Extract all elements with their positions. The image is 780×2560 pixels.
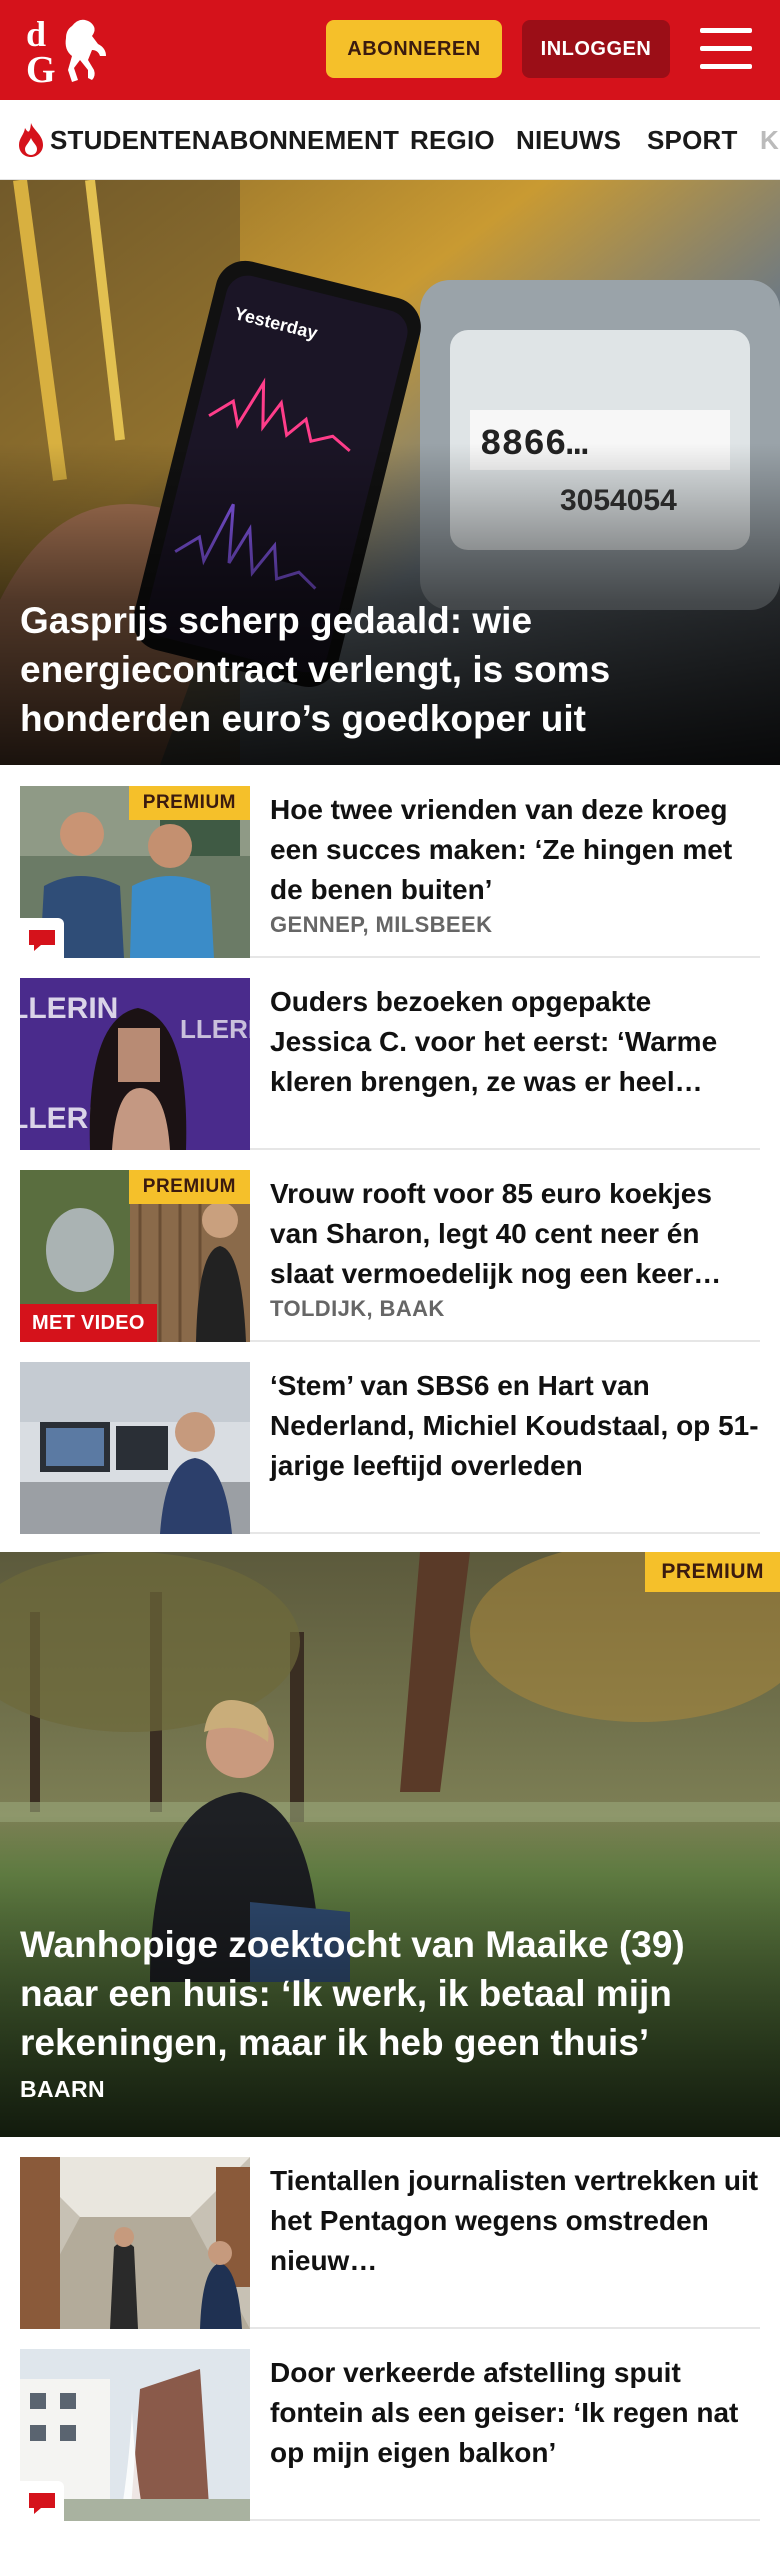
nav-item-nieuws[interactable]: NIEUWS: [516, 100, 621, 179]
menu-icon[interactable]: [700, 26, 752, 72]
article-title[interactable]: Ouders bezoeken opgepakte Jessica C. voo…: [270, 982, 760, 1102]
nav-item-regio[interactable]: REGIO: [410, 100, 495, 179]
article-title[interactable]: ‘Stem’ van SBS6 en Hart van Nederland, M…: [270, 1366, 760, 1486]
article-thumbnail: PREMIUM: [20, 786, 250, 958]
article-location: TOLDIJK, BAAK: [270, 1296, 445, 1321]
article-thumbnail: [20, 2349, 250, 2521]
svg-text:LLERINA: LLERINA: [180, 1014, 250, 1044]
svg-text:d: d: [26, 14, 46, 54]
svg-text:G: G: [26, 49, 56, 88]
article-item[interactable]: PREMIUM Hoe twee vrienden van deze kroeg…: [20, 786, 760, 958]
premium-badge: PREMIUM: [645, 1552, 780, 1592]
hero-article[interactable]: 8866… 3054054 Yesterday Gasprijs scherp …: [0, 180, 780, 765]
article-item[interactable]: Door verkeerde afstelling spuit fontein …: [20, 2349, 760, 2521]
article-thumbnail: [20, 2157, 250, 2329]
article-title[interactable]: Vrouw rooft voor 85 euro koekjes van Sha…: [270, 1174, 760, 1294]
site-header: d G ABONNEREN INLOGGEN: [0, 0, 780, 100]
article-title[interactable]: Door verkeerde afstelling spuit fontein …: [270, 2353, 760, 2473]
nav-item-sport[interactable]: SPORT: [647, 100, 738, 179]
hero-title[interactable]: Gasprijs scherp gedaald: wie energiecont…: [20, 596, 750, 743]
premium-badge: PREMIUM: [128, 1170, 250, 1204]
feature-location: BAARN: [20, 2076, 106, 2102]
premium-badge: PREMIUM: [128, 786, 250, 820]
comment-icon: [20, 2481, 64, 2521]
article-thumbnail: PREMIUM MET VIDEO: [20, 1170, 250, 1342]
video-badge: MET VIDEO: [20, 1304, 157, 1342]
nav-item-overflow[interactable]: K: [760, 100, 779, 179]
section-nav: STUDENTENABONNEMENT REGIO NIEUWS SPORT K: [0, 100, 780, 180]
article-title[interactable]: Tientallen journalisten vertrekken uit h…: [270, 2161, 760, 2281]
svg-text:LLERI: LLERI: [20, 1102, 97, 1135]
article-thumbnail: LLERIN LLERI LLERINA: [20, 978, 250, 1150]
article-title[interactable]: Hoe twee vrienden van deze kroeg een suc…: [270, 790, 760, 910]
article-item[interactable]: PREMIUM MET VIDEO Vrouw rooft voor 85 eu…: [20, 1170, 760, 1342]
svg-text:LLERIN: LLERIN: [20, 992, 118, 1025]
nav-item-studentenabonnement[interactable]: STUDENTENABONNEMENT: [50, 100, 399, 179]
article-location: GENNEP, MILSBEEK: [270, 912, 493, 937]
site-logo[interactable]: d G: [22, 12, 114, 88]
article-item[interactable]: Tientallen journalisten vertrekken uit h…: [20, 2157, 760, 2329]
flame-icon: [19, 123, 43, 157]
article-thumbnail: [20, 1362, 250, 1534]
comment-icon: [20, 918, 64, 958]
article-item[interactable]: LLERIN LLERI LLERINA Ouders bezoeken opg…: [20, 978, 760, 1150]
subscribe-button[interactable]: ABONNEREN: [326, 20, 502, 78]
feature-title[interactable]: Wanhopige zoektocht van Maaike (39) naar…: [20, 1920, 760, 2067]
feature-article[interactable]: PREMIUM Wanhopige zoektocht van Maaike (…: [0, 1552, 780, 2137]
article-item[interactable]: ‘Stem’ van SBS6 en Hart van Nederland, M…: [20, 1362, 760, 1534]
login-button[interactable]: INLOGGEN: [522, 20, 670, 78]
